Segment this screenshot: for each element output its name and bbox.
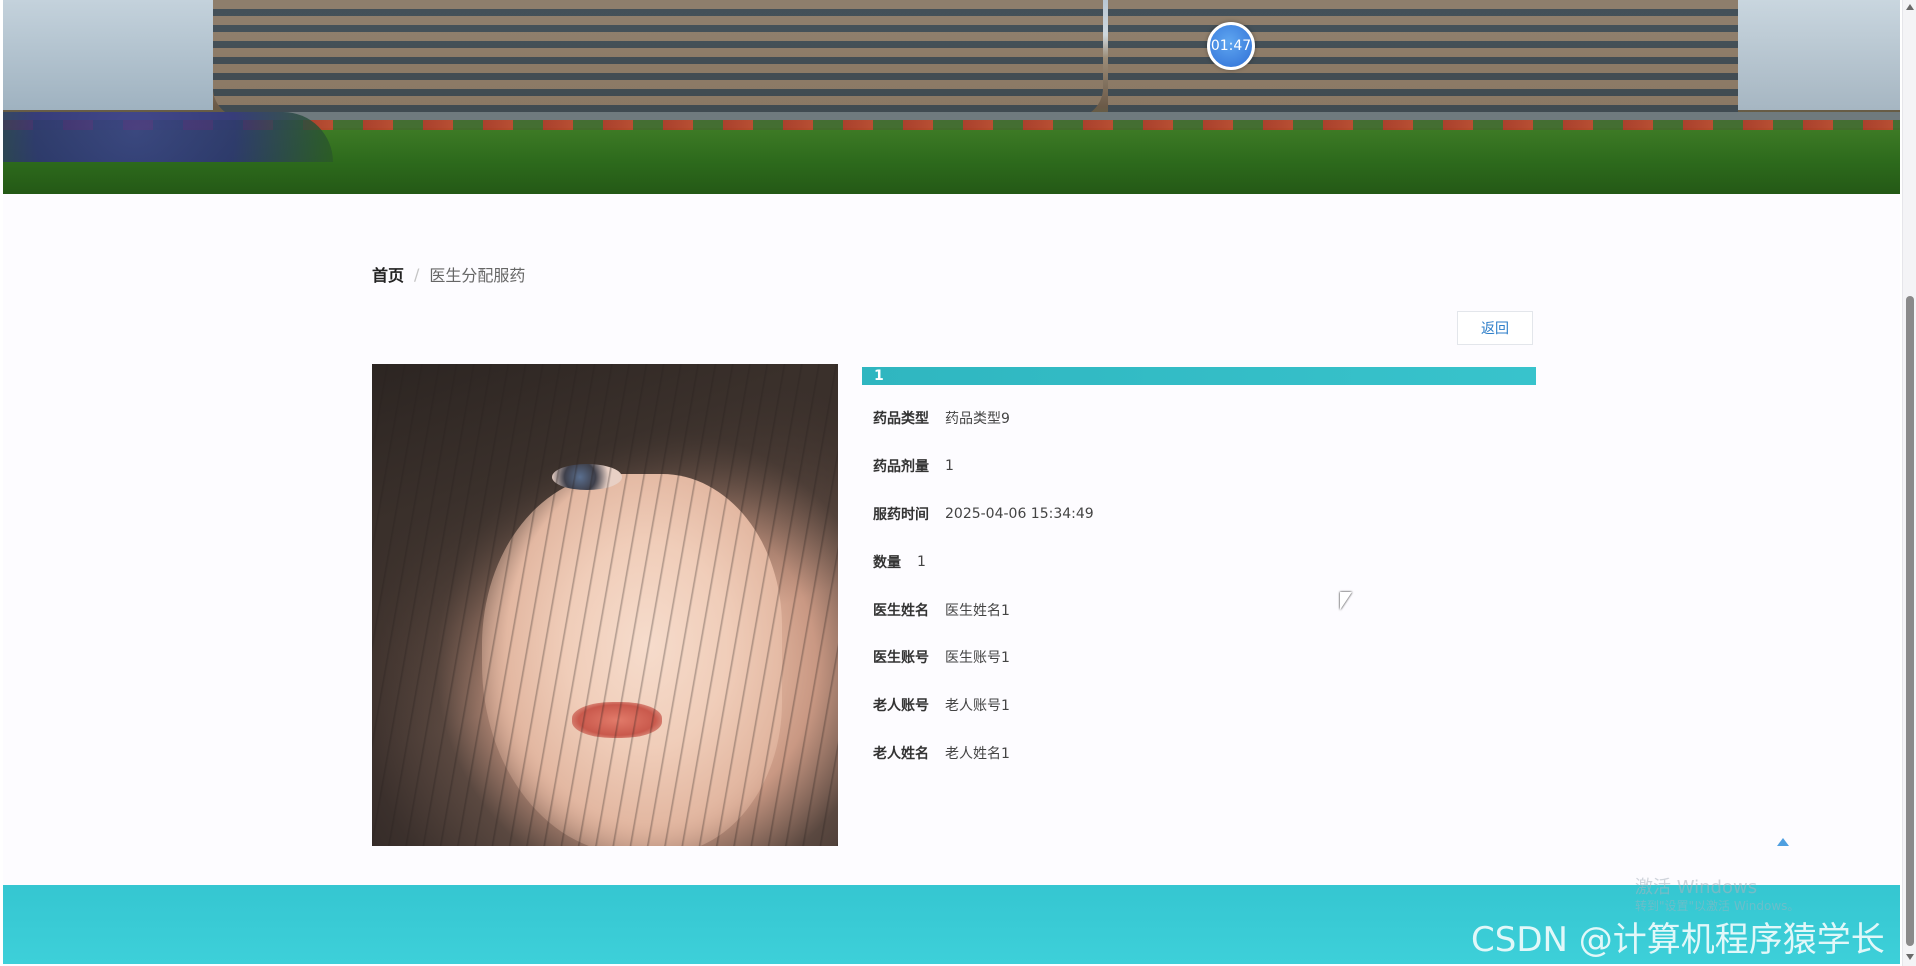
- building-right: [1108, 0, 1738, 118]
- windows-activation-watermark: 激活 Windows: [1635, 877, 1758, 898]
- field-drug-type: 药品类型 药品类型9: [873, 408, 1010, 428]
- field-value: 药品类型9: [945, 411, 1010, 427]
- field-label: 药品剂量: [873, 459, 929, 475]
- field-value: 老人账号1: [945, 698, 1010, 714]
- scroll-to-top-icon[interactable]: [1777, 838, 1789, 846]
- breadcrumb-current: 医生分配服药: [429, 266, 526, 285]
- field-value: 2025-04-06 15:34:49: [945, 506, 1094, 522]
- field-label: 老人账号: [873, 698, 929, 714]
- csdn-watermark: CSDN @计算机程序猿学长: [1471, 920, 1885, 960]
- breadcrumb-home-link[interactable]: 首页: [372, 262, 404, 286]
- field-value: 1: [945, 458, 954, 474]
- detail-card: 1 药品类型 药品类型9 药品剂量 1 服药时间 2025-04-06 15:3…: [862, 367, 1536, 762]
- field-value: 1: [917, 554, 926, 570]
- scroll-up-arrow-icon[interactable]: [1906, 4, 1914, 10]
- back-button[interactable]: 返回: [1457, 311, 1533, 345]
- field-elder-account: 老人账号 老人账号1: [873, 695, 1010, 715]
- field-quantity: 数量 1: [873, 552, 926, 572]
- banner-image: [3, 0, 1900, 194]
- mouse-cursor-icon: [1340, 592, 1352, 610]
- field-drug-dose: 药品剂量 1: [873, 456, 954, 476]
- page: 01:47 首页 / 医生分配服药 返回 1 药品类型 药品类型9 药品剂量 1…: [3, 0, 1900, 966]
- field-label: 服药时间: [873, 507, 929, 523]
- field-value: 老人姓名1: [945, 746, 1010, 762]
- breadcrumb-separator: /: [414, 264, 420, 284]
- field-medication-time: 服药时间 2025-04-06 15:34:49: [873, 504, 1094, 524]
- detail-photo: [372, 364, 838, 846]
- field-label: 药品类型: [873, 411, 929, 427]
- scrollbar-thumb[interactable]: [1906, 296, 1914, 946]
- field-label: 医生姓名: [873, 603, 929, 619]
- scroll-down-arrow-icon[interactable]: [1906, 954, 1914, 960]
- field-value: 医生姓名1: [945, 603, 1010, 619]
- field-value: 医生账号1: [945, 650, 1010, 666]
- field-label: 医生账号: [873, 650, 929, 666]
- vertical-scrollbar[interactable]: [1902, 0, 1916, 966]
- field-label: 数量: [873, 555, 901, 571]
- field-doctor-name: 医生姓名 医生姓名1: [873, 600, 1010, 620]
- field-doctor-account: 医生账号 医生账号1: [873, 647, 1010, 667]
- countdown-timer-badge: 01:47: [1207, 22, 1255, 70]
- detail-title: 1: [862, 367, 1536, 385]
- field-elder-name: 老人姓名 老人姓名1: [873, 743, 1010, 763]
- building-left: [213, 0, 1103, 118]
- field-label: 老人姓名: [873, 746, 929, 762]
- breadcrumb: 首页 / 医生分配服药: [372, 262, 525, 286]
